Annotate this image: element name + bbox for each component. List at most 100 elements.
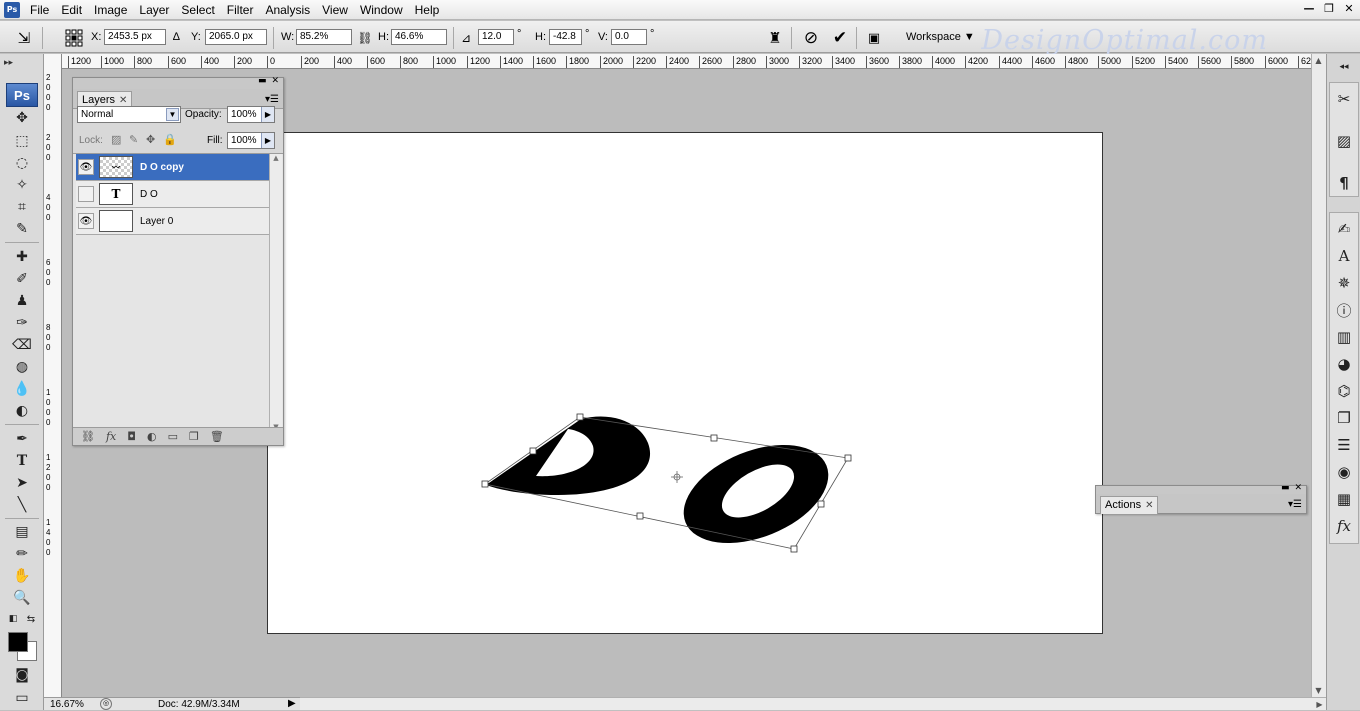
rotation-input[interactable]: 12.0 xyxy=(478,29,514,45)
tab-close-icon[interactable]: ✕ xyxy=(1145,497,1153,514)
panel-minimize-icon[interactable]: ▬ xyxy=(258,76,267,86)
layer-row-layer-0[interactable]: 👁 Layer 0 xyxy=(76,208,269,235)
brush-tool-icon[interactable]: ✐ xyxy=(10,269,34,289)
new-layer-icon[interactable]: ❐ xyxy=(189,430,199,443)
menu-analysis[interactable]: Analysis xyxy=(259,3,316,17)
menu-filter[interactable]: Filter xyxy=(221,3,260,17)
cancel-transform-icon[interactable]: ⊘ xyxy=(801,28,821,48)
eyedropper-tool-icon[interactable]: ✎ xyxy=(10,219,34,239)
fill-input[interactable]: 100% ▶ xyxy=(227,132,275,149)
opacity-slider-arrow-icon[interactable]: ▶ xyxy=(261,107,274,122)
menu-layer[interactable]: Layer xyxy=(133,3,175,17)
info-icon[interactable]: ⓘ xyxy=(1332,299,1356,321)
link-layers-icon[interactable]: ⛓ xyxy=(81,430,95,443)
collapse-toolbox-icon[interactable]: ▸▸ xyxy=(4,58,13,68)
layers-scrollbar[interactable]: ▲ ▼ xyxy=(269,154,282,431)
vertical-scrollbar[interactable]: ▲ ▼ xyxy=(1311,54,1326,697)
menu-edit[interactable]: Edit xyxy=(55,3,88,17)
panel-close-icon[interactable]: ✕ xyxy=(1294,483,1302,493)
chevron-down-icon[interactable]: ▼ xyxy=(166,108,179,121)
brushes-icon[interactable]: ✍ xyxy=(1332,218,1356,240)
lock-transparency-icon[interactable]: ▨ xyxy=(111,133,121,146)
paragraph-icon[interactable]: ¶ xyxy=(1332,172,1356,194)
type-tool-icon[interactable]: T xyxy=(10,451,34,471)
swap-colors-icon[interactable]: ⇆ xyxy=(24,612,38,626)
width-input[interactable]: 85.2% xyxy=(296,29,352,45)
document-canvas[interactable] xyxy=(267,132,1103,634)
lock-pixels-icon[interactable]: ✎ xyxy=(129,133,138,146)
menu-file[interactable]: File xyxy=(24,3,55,17)
link-icon[interactable]: ⛓ xyxy=(355,28,375,48)
history-icon[interactable]: ☰ xyxy=(1332,434,1356,456)
menu-view[interactable]: View xyxy=(316,3,354,17)
hand-tool-icon[interactable]: ✋ xyxy=(10,566,34,586)
delta-icon[interactable]: ∆ xyxy=(173,31,180,43)
swatches-icon[interactable]: ▦ xyxy=(1332,488,1356,510)
lock-position-icon[interactable]: ✥ xyxy=(146,133,155,146)
styles-icon[interactable]: ◉ xyxy=(1332,461,1356,483)
minimize-button[interactable]: — xyxy=(1302,2,1316,16)
magic-wand-tool-icon[interactable]: ✧ xyxy=(10,175,34,195)
scroll-up-arrow[interactable]: ▲ xyxy=(1312,54,1325,67)
vertical-ruler[interactable]: 2 0 0 0 2 0 0 4 0 0 6 0 0 8 0 0 1 0 0 0 … xyxy=(44,54,62,699)
panel-minimize-icon[interactable]: ▬ xyxy=(1281,483,1290,493)
warp-mode-icon[interactable]: ♜ xyxy=(765,28,785,48)
height-input[interactable]: 46.6% xyxy=(391,29,447,45)
add-mask-icon[interactable]: ◘ xyxy=(127,430,136,443)
transformed-text-layer[interactable] xyxy=(268,133,1104,635)
panel-close-icon[interactable]: ✕ xyxy=(271,76,279,86)
delete-layer-icon[interactable]: 🗑 xyxy=(210,430,224,443)
line-tool-icon[interactable]: ╲ xyxy=(10,495,34,515)
layer-style-fx-icon[interactable]: fx xyxy=(106,430,116,443)
panel-menu-icon[interactable]: ▾☰ xyxy=(265,94,279,105)
quick-mask-icon[interactable]: ◙ xyxy=(10,665,34,685)
close-window-button[interactable]: ✕ xyxy=(1342,2,1356,16)
foreground-color-swatch[interactable] xyxy=(8,632,28,652)
fx-icon[interactable]: fx xyxy=(1332,515,1356,537)
layer-row-do[interactable]: T D O xyxy=(76,181,269,208)
scroll-up-arrow[interactable]: ▲ xyxy=(270,154,282,162)
color-icon[interactable]: ◕ xyxy=(1332,353,1356,375)
dodge-tool-icon[interactable]: ◐ xyxy=(10,401,34,421)
lasso-tool-icon[interactable]: ◌ xyxy=(10,153,34,173)
menu-select[interactable]: Select xyxy=(175,3,220,17)
menu-help[interactable]: Help xyxy=(409,3,446,17)
crop-tool-icon[interactable]: ⌗ xyxy=(10,197,34,217)
tool-presets-icon[interactable]: ✂ xyxy=(1332,88,1356,110)
notes-tool-icon[interactable]: ▤ xyxy=(10,522,34,542)
x-input[interactable]: 2453.5 px xyxy=(104,29,166,45)
transform-tool-icon[interactable]: ⇲ xyxy=(14,28,34,48)
paths-icon[interactable]: ⌬ xyxy=(1332,380,1356,402)
panel-title-bar[interactable]: ▬ ✕ xyxy=(1096,483,1306,494)
histogram-icon[interactable]: ▥ xyxy=(1332,326,1356,348)
scroll-right-arrow[interactable]: ▶ xyxy=(1313,698,1326,711)
v-skew-input[interactable]: 0.0 xyxy=(611,29,647,45)
scroll-down-arrow[interactable]: ▼ xyxy=(1312,684,1325,697)
blur-tool-icon[interactable]: 💧 xyxy=(10,379,34,399)
visibility-toggle-empty[interactable] xyxy=(78,186,94,202)
move-tool-icon[interactable]: ✥ xyxy=(10,108,34,128)
navigator-wheel-icon[interactable]: ✵ xyxy=(1332,272,1356,294)
workspace-menu[interactable]: Workspace ▼ xyxy=(906,31,975,43)
reference-point-icon[interactable] xyxy=(64,28,84,48)
eraser-tool-icon[interactable]: ⌫ xyxy=(10,335,34,355)
navigator-icon[interactable]: ▨ xyxy=(1332,130,1356,152)
menu-window[interactable]: Window xyxy=(354,3,409,17)
history-brush-tool-icon[interactable]: ✑ xyxy=(10,313,34,333)
default-colors-icon[interactable]: ◧ xyxy=(6,612,20,626)
restore-button[interactable]: ❐ xyxy=(1322,2,1336,16)
path-selection-tool-icon[interactable]: ➤ xyxy=(10,473,34,493)
photoshop-app-icon[interactable]: Ps xyxy=(4,1,20,18)
character-icon[interactable]: A xyxy=(1332,245,1356,267)
fill-slider-arrow-icon[interactable]: ▶ xyxy=(261,133,274,148)
pen-tool-icon[interactable]: ✒ xyxy=(10,429,34,449)
lock-all-icon[interactable]: 🔒 xyxy=(163,133,177,146)
status-info-icon[interactable]: ◎ xyxy=(100,698,112,710)
bridge-icon[interactable]: ▣ xyxy=(864,28,884,48)
tab-actions[interactable]: Actions ✕ xyxy=(1100,496,1159,514)
marquee-tool-icon[interactable]: ⬚ xyxy=(10,131,34,151)
horizontal-ruler[interactable]: 1200 1000 800 600 400 200 0 200 400 600 … xyxy=(62,54,1312,69)
zoom-tool-icon[interactable]: 🔍 xyxy=(10,588,34,608)
h-skew-input[interactable]: -42.8 xyxy=(549,29,582,45)
menu-image[interactable]: Image xyxy=(88,3,133,17)
